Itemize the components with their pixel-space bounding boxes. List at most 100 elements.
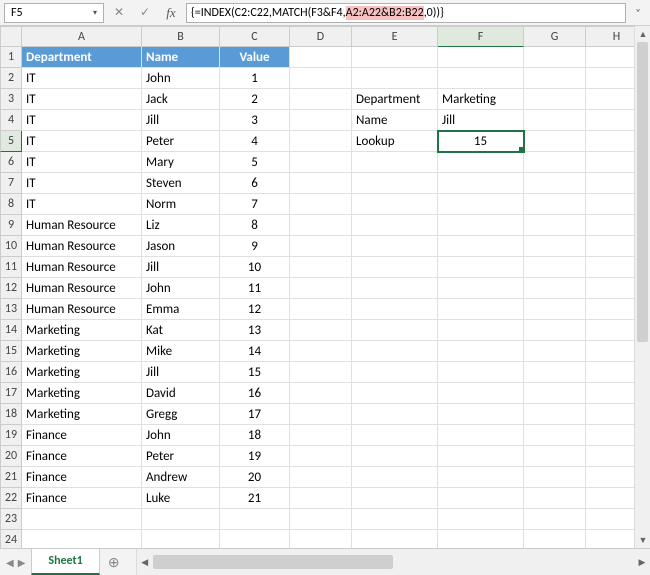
table-row[interactable]: Jill bbox=[142, 257, 220, 278]
cell-E12[interactable] bbox=[352, 278, 438, 299]
table-row[interactable]: 12 bbox=[220, 299, 290, 320]
cell-G23[interactable] bbox=[524, 509, 586, 530]
cell-F20[interactable] bbox=[438, 446, 524, 467]
lookup-value-result[interactable]: 15 bbox=[438, 131, 524, 152]
cell-G6[interactable] bbox=[524, 152, 586, 173]
cell-D7[interactable] bbox=[290, 173, 352, 194]
table-row[interactable]: Marketing bbox=[22, 362, 142, 383]
table-row[interactable]: Emma bbox=[142, 299, 220, 320]
cell-F7[interactable] bbox=[438, 173, 524, 194]
cell-F14[interactable] bbox=[438, 320, 524, 341]
cell-G4[interactable] bbox=[524, 110, 586, 131]
row-header-21[interactable]: 21 bbox=[0, 467, 22, 488]
cell-F12[interactable] bbox=[438, 278, 524, 299]
cell-D10[interactable] bbox=[290, 236, 352, 257]
select-all-button[interactable] bbox=[0, 26, 22, 47]
cell-D24[interactable] bbox=[290, 530, 352, 548]
cancel-formula-button[interactable]: ✕ bbox=[108, 3, 130, 23]
table-row[interactable]: Peter bbox=[142, 446, 220, 467]
column-header-F[interactable]: F bbox=[438, 26, 524, 47]
column-header-A[interactable]: A bbox=[22, 26, 142, 47]
row-header-2[interactable]: 2 bbox=[0, 68, 22, 89]
table-row[interactable]: Andrew bbox=[142, 467, 220, 488]
table-row[interactable]: John bbox=[142, 425, 220, 446]
horizontal-scrollbar[interactable]: ◀ ▶ bbox=[136, 549, 650, 575]
row-header-23[interactable]: 23 bbox=[0, 509, 22, 530]
cell-E16[interactable] bbox=[352, 362, 438, 383]
table-row[interactable]: Finance bbox=[22, 446, 142, 467]
table-row[interactable]: Human Resource bbox=[22, 299, 142, 320]
table-row[interactable]: Finance bbox=[22, 467, 142, 488]
cell-E19[interactable] bbox=[352, 425, 438, 446]
cell-G5[interactable] bbox=[524, 131, 586, 152]
row-header-24[interactable]: 24 bbox=[0, 530, 22, 548]
cell-D11[interactable] bbox=[290, 257, 352, 278]
cell-F21[interactable] bbox=[438, 467, 524, 488]
cell-G1[interactable] bbox=[524, 47, 586, 68]
table-row[interactable]: Marketing bbox=[22, 404, 142, 425]
table-row[interactable]: 20 bbox=[220, 467, 290, 488]
cell-F17[interactable] bbox=[438, 383, 524, 404]
column-header-G[interactable]: G bbox=[524, 26, 586, 47]
column-header-C[interactable]: C bbox=[220, 26, 290, 47]
grid[interactable]: ABCDEFGH1DepartmentNameValue2ITJohn13ITJ… bbox=[0, 26, 650, 548]
cell-E18[interactable] bbox=[352, 404, 438, 425]
cell-B24[interactable] bbox=[142, 530, 220, 548]
table-row[interactable]: John bbox=[142, 68, 220, 89]
cell-E17[interactable] bbox=[352, 383, 438, 404]
cell-E2[interactable] bbox=[352, 68, 438, 89]
table-row[interactable]: Liz bbox=[142, 215, 220, 236]
cell-G15[interactable] bbox=[524, 341, 586, 362]
cell-G17[interactable] bbox=[524, 383, 586, 404]
table-header-name[interactable]: Name bbox=[142, 47, 220, 68]
row-header-9[interactable]: 9 bbox=[0, 215, 22, 236]
cell-B23[interactable] bbox=[142, 509, 220, 530]
table-row[interactable]: Jack bbox=[142, 89, 220, 110]
cell-G2[interactable] bbox=[524, 68, 586, 89]
table-row[interactable]: IT bbox=[22, 194, 142, 215]
row-header-8[interactable]: 8 bbox=[0, 194, 22, 215]
cell-D9[interactable] bbox=[290, 215, 352, 236]
cell-G11[interactable] bbox=[524, 257, 586, 278]
cell-F18[interactable] bbox=[438, 404, 524, 425]
cell-F22[interactable] bbox=[438, 488, 524, 509]
table-row[interactable]: 8 bbox=[220, 215, 290, 236]
cell-D21[interactable] bbox=[290, 467, 352, 488]
table-row[interactable]: Jason bbox=[142, 236, 220, 257]
cell-D1[interactable] bbox=[290, 47, 352, 68]
cell-D6[interactable] bbox=[290, 152, 352, 173]
cell-E9[interactable] bbox=[352, 215, 438, 236]
table-row[interactable]: Finance bbox=[22, 425, 142, 446]
row-header-4[interactable]: 4 bbox=[0, 110, 22, 131]
cell-G7[interactable] bbox=[524, 173, 586, 194]
table-row[interactable]: IT bbox=[22, 68, 142, 89]
table-row[interactable]: 18 bbox=[220, 425, 290, 446]
column-header-E[interactable]: E bbox=[352, 26, 438, 47]
cell-G9[interactable] bbox=[524, 215, 586, 236]
cell-C24[interactable] bbox=[220, 530, 290, 548]
table-row[interactable]: Jill bbox=[142, 110, 220, 131]
cell-G14[interactable] bbox=[524, 320, 586, 341]
cell-E20[interactable] bbox=[352, 446, 438, 467]
table-row[interactable]: 21 bbox=[220, 488, 290, 509]
table-row[interactable]: Mary bbox=[142, 152, 220, 173]
formula-input[interactable]: {=INDEX(C2:C22,MATCH(F3&F4,A2:A22&B2:B22… bbox=[186, 3, 626, 23]
horizontal-scroll-thumb[interactable] bbox=[153, 555, 393, 569]
lookup-label-dept[interactable]: Department bbox=[352, 89, 438, 110]
row-header-18[interactable]: 18 bbox=[0, 404, 22, 425]
table-row[interactable]: 19 bbox=[220, 446, 290, 467]
cell-E10[interactable] bbox=[352, 236, 438, 257]
cell-G21[interactable] bbox=[524, 467, 586, 488]
cell-G3[interactable] bbox=[524, 89, 586, 110]
cell-A23[interactable] bbox=[22, 509, 142, 530]
table-header-dept[interactable]: Department bbox=[22, 47, 142, 68]
table-row[interactable]: 10 bbox=[220, 257, 290, 278]
row-header-16[interactable]: 16 bbox=[0, 362, 22, 383]
cell-F19[interactable] bbox=[438, 425, 524, 446]
table-row[interactable]: Kat bbox=[142, 320, 220, 341]
vertical-scrollbar[interactable]: ▲ ▼ bbox=[634, 26, 650, 548]
cell-D20[interactable] bbox=[290, 446, 352, 467]
row-header-6[interactable]: 6 bbox=[0, 152, 22, 173]
cell-G19[interactable] bbox=[524, 425, 586, 446]
table-row[interactable]: Human Resource bbox=[22, 236, 142, 257]
